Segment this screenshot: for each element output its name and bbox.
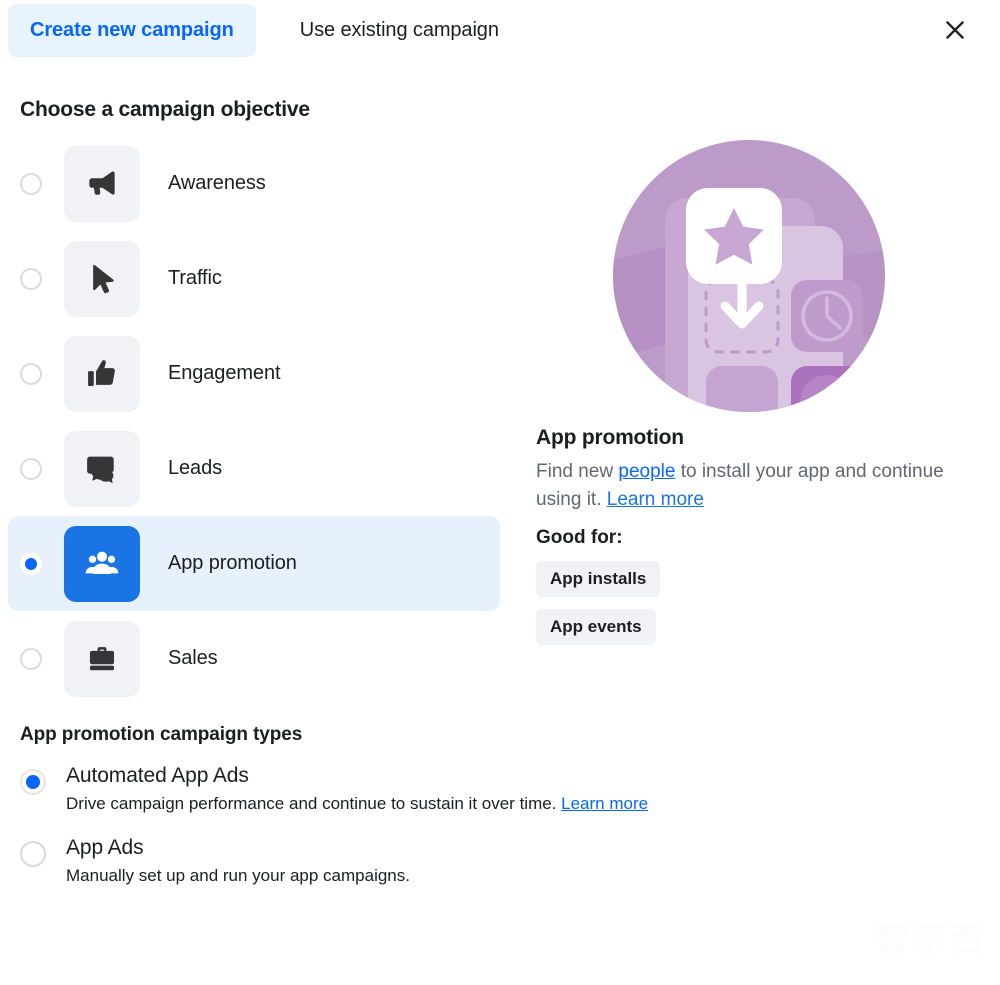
campaign-type-desc-automated-app-ads: Drive campaign performance and continue … xyxy=(66,794,648,814)
objective-icon-tile-app-promotion xyxy=(64,525,140,602)
objective-label-traffic: Traffic xyxy=(168,267,222,289)
campaign-type-row-automated-app-ads[interactable]: Automated App Ads Drive campaign perform… xyxy=(20,764,1000,814)
close-icon xyxy=(946,21,964,39)
page-title: Choose a campaign objective xyxy=(20,98,310,121)
detail-description: Find new people to install your app and … xyxy=(536,458,966,513)
megaphone-icon xyxy=(89,170,115,195)
objective-radio-engagement[interactable] xyxy=(20,362,42,385)
campaign-type-name-automated-app-ads: Automated App Ads xyxy=(66,764,249,787)
watermark-main-text: 智东西 xyxy=(875,920,986,960)
objective-icon-tile-sales xyxy=(64,620,140,697)
campaign-type-radio-automated-app-ads[interactable] xyxy=(20,769,46,795)
tab-create-new-campaign-label: Create new campaign xyxy=(30,18,234,41)
campaign-type-row-app-ads[interactable]: App Ads Manually set up and run your app… xyxy=(20,836,1000,886)
tab-create-new-campaign[interactable]: Create new campaign xyxy=(8,3,256,57)
objective-list: Awareness Traffic Engagement Leads App p… xyxy=(0,136,500,706)
objective-row-sales[interactable]: Sales xyxy=(8,611,500,706)
objective-radio-app-promotion[interactable] xyxy=(20,552,42,575)
objective-label-awareness: Awareness xyxy=(168,172,266,194)
tab-use-existing-campaign-label: Use existing campaign xyxy=(299,18,499,41)
watermark-sub-text: zhidx.com xyxy=(901,961,960,971)
tab-bar: Create new campaign Use existing campaig… xyxy=(0,0,1000,60)
campaign-type-desc-app-ads: Manually set up and run your app campaig… xyxy=(66,866,410,885)
objective-radio-awareness[interactable] xyxy=(20,172,42,195)
objective-icon-tile-awareness xyxy=(64,145,140,222)
objective-icon-tile-engagement xyxy=(64,335,140,412)
campaign-type-desc-text-0: Drive campaign performance and continue … xyxy=(66,794,562,813)
objective-radio-traffic[interactable] xyxy=(20,267,42,290)
objective-row-awareness[interactable]: Awareness xyxy=(8,136,500,231)
objective-icon-tile-leads xyxy=(64,430,140,507)
briefcase-icon xyxy=(89,646,115,670)
objective-label-leads: Leads xyxy=(168,457,222,479)
main-content: Awareness Traffic Engagement Leads App p… xyxy=(0,136,1000,706)
pill-app-events: App events xyxy=(536,609,656,646)
speech-bubbles-icon xyxy=(87,456,114,483)
objective-row-app-promotion[interactable]: App promotion xyxy=(8,516,500,611)
objective-radio-sales[interactable] xyxy=(20,647,42,670)
campaign-types-section: App promotion campaign types Automated A… xyxy=(0,724,1000,886)
good-for-label: Good for: xyxy=(536,527,623,549)
thumbs-up-icon xyxy=(88,359,115,386)
detail-desc-part1: Find new xyxy=(536,461,619,482)
campaign-type-name-app-ads: App Ads xyxy=(66,836,144,859)
close-button[interactable] xyxy=(936,11,974,49)
campaign-type-radio-app-ads[interactable] xyxy=(20,841,46,867)
tab-use-existing-campaign[interactable]: Use existing campaign xyxy=(278,4,521,57)
learn-more-link-detail[interactable]: Learn more xyxy=(607,489,704,510)
detail-title: App promotion xyxy=(536,426,684,449)
objective-radio-leads[interactable] xyxy=(20,457,42,480)
people-link[interactable]: people xyxy=(618,461,675,482)
pill-app-installs: App installs xyxy=(536,561,661,598)
objective-row-engagement[interactable]: Engagement xyxy=(8,326,500,421)
campaign-types-heading: App promotion campaign types xyxy=(20,724,303,745)
good-for-pills: App installs App events xyxy=(536,561,1000,657)
objective-row-leads[interactable]: Leads xyxy=(8,421,500,516)
objective-label-sales: Sales xyxy=(168,647,218,669)
objective-label-app-promotion: App promotion xyxy=(168,552,297,574)
learn-more-link-automated-app-ads[interactable]: Learn more xyxy=(561,794,648,813)
illustration-wrap xyxy=(518,140,1000,412)
watermark: 智东西 zhidx.com xyxy=(875,912,986,971)
app-promotion-illustration xyxy=(613,140,885,412)
objective-detail-panel: App promotion Find new people to install… xyxy=(500,136,1000,706)
people-group-icon xyxy=(85,551,119,574)
objective-row-traffic[interactable]: Traffic xyxy=(8,231,500,326)
objective-label-engagement: Engagement xyxy=(168,362,281,384)
objective-icon-tile-traffic xyxy=(64,240,140,317)
cursor-arrow-icon xyxy=(93,264,114,293)
